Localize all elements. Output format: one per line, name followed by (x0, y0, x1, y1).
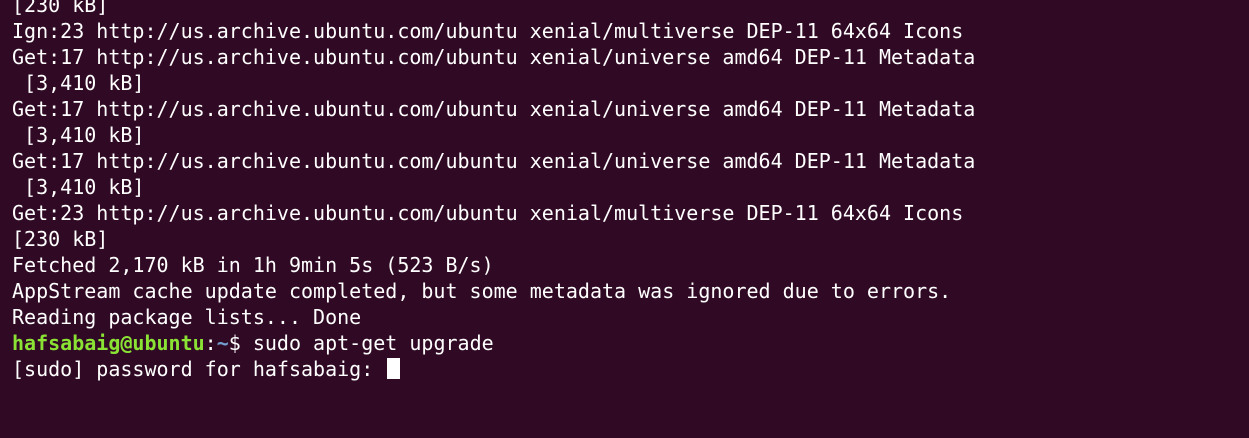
command-prompt-line: hafsabaig@ubuntu:~$ sudo apt-get upgrade (12, 330, 1242, 356)
output-line: AppStream cache update completed, but so… (12, 279, 952, 303)
output-line: Fetched 2,170 kB in 1h 9min 5s (523 B/s) (12, 253, 494, 277)
output-line: Get:17 http://us.archive.ubuntu.com/ubun… (12, 45, 976, 69)
prompt-user-host: hafsabaig@ubuntu (12, 331, 205, 355)
password-prompt-line[interactable]: [sudo] password for hafsabaig: (12, 356, 1242, 382)
output-line: Reading package lists... Done (12, 305, 362, 329)
prompt-separator: : (204, 331, 217, 355)
output-line: Get:17 http://us.archive.ubuntu.com/ubun… (12, 149, 976, 173)
prompt-symbol: $ (228, 331, 253, 355)
output-line: Get:17 http://us.archive.ubuntu.com/ubun… (12, 97, 976, 121)
output-line: Ign:23 http://us.archive.ubuntu.com/ubun… (12, 19, 964, 43)
output-line: [3,410 kB] (12, 123, 145, 147)
text-cursor (387, 358, 401, 379)
output-line: [230 kB] (12, 0, 109, 17)
password-prompt-text: [sudo] password for hafsabaig: (12, 357, 386, 381)
output-line: [3,410 kB] (12, 71, 145, 95)
prompt-path: ~ (216, 331, 229, 355)
output-line: Get:23 http://us.archive.ubuntu.com/ubun… (12, 201, 964, 225)
terminal-output: [230 kB] Ign:23 http://us.archive.ubuntu… (12, 0, 1242, 382)
terminal-window[interactable]: [230 kB] Ign:23 http://us.archive.ubuntu… (0, 0, 1249, 438)
output-line: [3,410 kB] (12, 175, 145, 199)
output-line: [230 kB] (12, 227, 109, 251)
typed-command: sudo apt-get upgrade (252, 331, 494, 355)
